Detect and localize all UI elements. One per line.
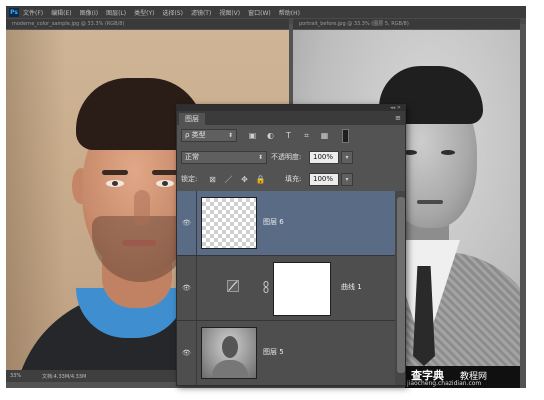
menu-view[interactable]: 视图(V) (219, 8, 240, 17)
layers-list: 👁 图层 6 👁 曲线 1 👁 图层 5 (177, 191, 395, 385)
tab-layers[interactable]: 图层 (179, 113, 205, 125)
layer-row-5[interactable]: 👁 图层 5 (177, 321, 395, 385)
layer-thumbnail-transparent (201, 197, 257, 249)
left-eye (106, 180, 124, 187)
layer-mask-thumbnail[interactable] (273, 262, 331, 316)
filter-kind-label: ρ 类型 (185, 131, 206, 139)
opacity-input[interactable]: 100% (309, 151, 339, 164)
menu-select[interactable]: 选择(S) (162, 8, 183, 17)
menu-window[interactable]: 窗口(W) (248, 8, 271, 17)
layer-row-6[interactable]: 👁 图层 6 (177, 191, 395, 256)
watermark-url: jiaocheng.chazidian.com (407, 380, 482, 387)
fill-dropdown-button[interactable]: ▾ (341, 173, 353, 186)
visibility-toggle[interactable]: 👁 (177, 256, 197, 320)
zoom-level[interactable]: 33% (6, 373, 28, 379)
menu-help[interactable]: 帮助(H) (279, 8, 300, 17)
visibility-toggle[interactable]: 👁 (177, 191, 197, 255)
right-eye (156, 180, 174, 187)
menu-file[interactable]: 文件(F) (23, 8, 43, 17)
scrollbar-thumb[interactable] (397, 197, 405, 373)
blend-row: 正常 ⬍ 不透明度: 100% ▾ (177, 149, 405, 167)
layers-panel: ◂◂ ✕ 图层 ≡ ρ 类型 ⬍ ▣ ◐ T ⌗ ▦ 正常 ⬍ 不透明度: 10… (176, 104, 406, 386)
lock-position-icon[interactable]: ✥ (239, 174, 250, 185)
chevron-updown-icon: ⬍ (257, 154, 263, 161)
lock-all-icon[interactable]: 🔒 (255, 174, 266, 185)
panel-menu-icon[interactable]: ≡ (393, 114, 403, 122)
nose (134, 190, 150, 226)
panel-tab-bar: 图层 ≡ (177, 111, 405, 125)
smart-object-filter-icon[interactable]: ▦ (319, 130, 330, 141)
blend-mode-value: 正常 (185, 153, 199, 161)
lock-label: 锁定: (181, 175, 198, 183)
visibility-toggle[interactable]: 👁 (177, 321, 197, 385)
filter-row: ρ 类型 ⬍ ▣ ◐ T ⌗ ▦ (177, 127, 405, 145)
mouth (122, 240, 156, 246)
eye-icon: 👁 (182, 284, 191, 292)
chevron-updown-icon: ⬍ (227, 132, 233, 139)
menu-image[interactable]: 图像(I) (80, 8, 98, 17)
shape-filter-icon[interactable]: ⌗ (301, 130, 312, 141)
document-tab-right[interactable]: portrait_before.jpg @ 33.3% (图层 5, RGB/8… (293, 19, 520, 29)
layer-name[interactable]: 曲线 1 (341, 282, 362, 292)
bw-mouth (417, 200, 443, 204)
watermark: 查字典 教程网 jiaocheng.chazidian.com (405, 366, 520, 388)
chain-link-icon (263, 281, 269, 293)
right-eyebrow (152, 170, 178, 175)
menu-type[interactable]: 类型(Y) (134, 8, 154, 17)
fill-input[interactable]: 100% (309, 173, 339, 186)
menu-filter[interactable]: 滤镜(T) (191, 8, 211, 17)
type-filter-icon[interactable]: T (283, 130, 294, 141)
bw-right-eye (441, 150, 455, 155)
menu-edit[interactable]: 编辑(E) (51, 8, 71, 17)
lock-row: 锁定: ⊠ ／ ✥ 🔒 填充: 100% ▾ (177, 171, 405, 189)
filter-toggle-switch[interactable] (342, 129, 349, 143)
eye-icon: 👁 (182, 349, 191, 357)
layer-name[interactable]: 图层 5 (263, 347, 284, 357)
eye-icon: 👁 (182, 219, 191, 227)
layer-row-curves[interactable]: 👁 曲线 1 (177, 256, 395, 321)
opacity-dropdown-button[interactable]: ▾ (341, 151, 353, 164)
blend-mode-select[interactable]: 正常 ⬍ (181, 151, 267, 164)
menu-layer[interactable]: 图层(L) (106, 8, 126, 17)
layer-name[interactable]: 图层 6 (263, 217, 284, 227)
layer-thumbnail-photo (201, 327, 257, 379)
lock-pixels-icon[interactable]: ／ (223, 174, 234, 185)
curves-adjustment-icon (227, 280, 239, 292)
opacity-label: 不透明度: (271, 153, 302, 161)
fill-label: 填充: (285, 175, 302, 183)
document-size[interactable]: 文档:4.33M/4.33M (28, 373, 86, 380)
adjustment-filter-icon[interactable]: ◐ (265, 130, 276, 141)
filter-kind-select[interactable]: ρ 类型 ⬍ (181, 129, 237, 142)
document-tab-left[interactable]: moderne_color_sample.jpg @ 33.3% (RGB/8) (6, 19, 289, 29)
left-eyebrow (102, 170, 128, 175)
menu-bar: Ps 文件(F) 编辑(E) 图像(I) 图层(L) 类型(Y) 选择(S) 滤… (6, 6, 526, 18)
photoshop-logo: Ps (9, 7, 19, 17)
lock-transparent-icon[interactable]: ⊠ (207, 174, 218, 185)
pixel-filter-icon[interactable]: ▣ (247, 130, 258, 141)
